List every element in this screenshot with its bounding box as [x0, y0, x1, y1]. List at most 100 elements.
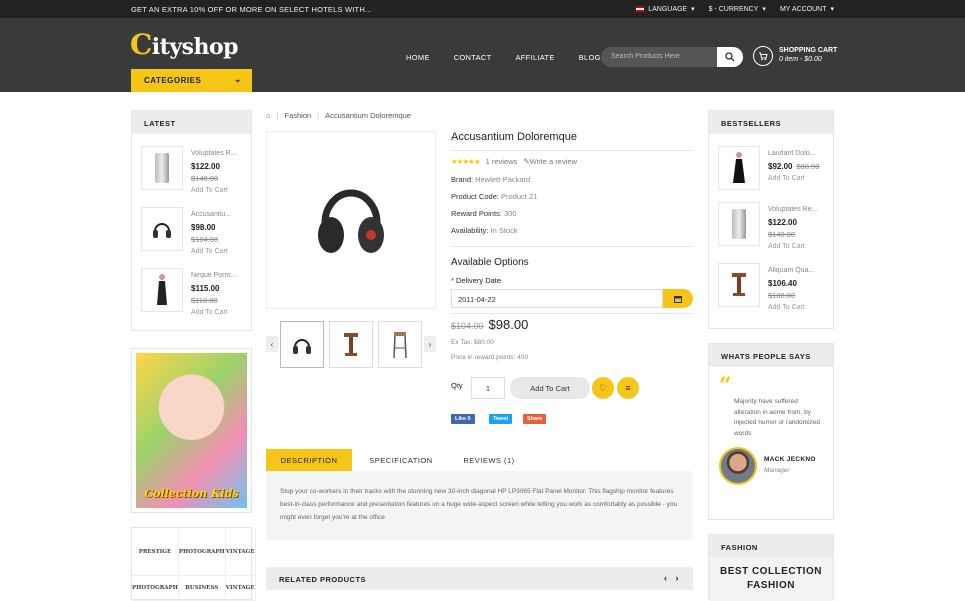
tweet-button[interactable]: Tweet — [489, 414, 513, 424]
delivery-date-input[interactable]: 2011-04-22 — [451, 289, 663, 308]
chevron-down-icon: ▾ — [762, 6, 766, 13]
home-icon[interactable]: ⌂ — [266, 111, 271, 120]
quote-icon: “ — [719, 373, 732, 399]
currency-dropdown[interactable]: $ - CURRENCY ▾ — [709, 5, 766, 14]
search-input[interactable]: Search Products Here — [601, 47, 743, 67]
thumbnail-barstool[interactable] — [378, 321, 422, 368]
chevron-down-icon: ⌄ — [233, 74, 242, 84]
star-rating-icon: ★★★★★ — [451, 157, 481, 166]
cart-summary: 0 item - $0.00 — [779, 56, 822, 63]
search-button[interactable] — [717, 47, 743, 67]
breadcrumb: ⌂ | Fashion | Accusantium Doloremque — [266, 111, 411, 120]
compare-button[interactable]: ≡ — [617, 377, 639, 399]
brand-logo[interactable]: VINTAGE — [225, 576, 256, 601]
chevron-left-icon[interactable]: ‹ — [664, 573, 668, 583]
latest-title: LATEST — [132, 111, 251, 134]
write-review-link[interactable]: ✎Write a review — [523, 157, 577, 166]
add-to-cart-link[interactable]: Add To Cart — [191, 187, 237, 194]
fashion-box[interactable]: FASHION BEST COLLECTION FASHION — [708, 534, 834, 601]
search-icon — [725, 52, 735, 62]
avatar — [719, 447, 757, 485]
compare-icon: ≡ — [625, 383, 631, 393]
testimonial-role: Manager — [764, 467, 790, 474]
delivery-label: * Delivery Date — [451, 276, 502, 285]
breadcrumb-item[interactable]: Fashion — [284, 111, 311, 120]
brand-row: Brand: Hewlett-Packard — [451, 175, 531, 184]
fashion-title: FASHION — [721, 543, 758, 552]
brand-logo[interactable]: PHOTOGRAPH — [132, 576, 179, 601]
testimonial-name: MACK JECKNO — [764, 456, 816, 463]
tab-description[interactable]: DESCRIPTION — [266, 449, 352, 471]
add-to-cart-link[interactable]: Add To Cart — [191, 309, 237, 316]
main-product-image[interactable] — [266, 131, 436, 309]
tab-specification[interactable]: SPECIFICATION — [358, 449, 444, 471]
cart-icon — [753, 46, 773, 66]
qty-label: Qty — [451, 381, 463, 390]
list-item[interactable]: Laudant Dolo... $92.00 $98.00 Add To Cart — [718, 146, 819, 190]
brand-logo[interactable]: VINTAGE — [225, 528, 256, 576]
thumbnail-carousel: ‹ › — [266, 321, 436, 368]
nav-affiliate[interactable]: AFFILIATE — [516, 53, 555, 62]
description-text: Stop your co-workers in their tracks wit… — [266, 471, 693, 540]
brand-logo[interactable]: BUSINESS — [178, 576, 226, 601]
breadcrumb-item[interactable]: Accusantium Doloremque — [325, 111, 411, 120]
brand-link[interactable]: Hewlett-Packard — [475, 175, 530, 184]
bestsellers-title: BESTSELLERS — [709, 111, 833, 134]
add-to-cart-link[interactable]: Add To Cart — [768, 243, 817, 250]
headphone-image — [141, 207, 183, 251]
add-to-cart-link[interactable]: Add To Cart — [191, 248, 231, 255]
categories-button[interactable]: CATEGORIES ⌄ — [131, 69, 252, 92]
brand-logo[interactable]: PRESTIGE — [132, 528, 179, 576]
heart-icon: ♡ — [598, 382, 608, 393]
brand-logos: PRESTIGE PHOTOGRAPH VINTAGE PHOTOGRAPH B… — [131, 527, 256, 601]
headphone-image — [318, 189, 384, 253]
facebook-like-button[interactable]: Like 0 — [451, 414, 475, 424]
rating: ★★★★★ 1 reviews ✎Write a review — [451, 157, 577, 166]
list-item[interactable]: Aliquam Qua... $106.40 $108.80 Add To Cart — [718, 263, 814, 311]
add-to-cart-link[interactable]: Add To Cart — [768, 304, 814, 311]
dress-image — [141, 268, 183, 312]
language-dropdown[interactable]: LANGUAGE ▾ — [636, 5, 695, 13]
tab-reviews[interactable]: REVIEWS (1) — [446, 449, 532, 471]
brand-logo[interactable]: PHOTOGRAPH — [178, 528, 226, 576]
chevron-right-icon[interactable]: › — [676, 573, 680, 583]
logo[interactable]: Cityshop — [130, 28, 239, 61]
quantity-input[interactable]: 1 — [471, 377, 505, 399]
list-item[interactable]: Accusantiu... $98.00 $104.00 Add To Cart — [141, 207, 231, 255]
chevron-left-icon[interactable]: ‹ — [266, 336, 278, 352]
options-title: Available Options — [451, 257, 529, 268]
reviews-link[interactable]: 1 reviews — [486, 157, 518, 166]
main-nav: HOME CONTACT AFFILIATE BLOGS — [406, 53, 606, 62]
reward-price: Price in reward points: 400 — [451, 354, 528, 361]
availability-row: Availability: In Stock — [451, 226, 518, 235]
add-to-cart-link[interactable]: Add To Cart — [768, 175, 819, 182]
stool-image — [718, 263, 760, 307]
thumbnail-stool[interactable] — [329, 321, 373, 368]
flag-icon — [636, 6, 645, 12]
shopping-cart[interactable]: SHOPPING CART 0 item - $0.00 — [753, 46, 837, 66]
thumbnail-headphone[interactable] — [280, 321, 324, 368]
list-item[interactable]: Neque Porro... $115.00 $118.00 Add To Cart — [141, 268, 237, 316]
fridge-image — [718, 202, 760, 246]
chevron-right-icon[interactable]: › — [424, 336, 436, 352]
points-row: Reward Points: 300 — [451, 209, 517, 218]
list-item[interactable]: Voluptates Re... $122.00 $140.00 Add To Car… — [718, 202, 817, 250]
wishlist-button[interactable]: ♡ — [592, 377, 614, 399]
account-dropdown[interactable]: MY ACCOUNT ▾ — [780, 5, 834, 14]
price-block: $104.00 $98.00 — [451, 317, 529, 332]
fridge-image — [141, 146, 183, 190]
testimonial-text: Majority have suffered alteration in aom… — [734, 398, 820, 437]
add-to-cart-button[interactable]: Add To Cart — [510, 377, 590, 399]
chevron-down-icon: ▾ — [830, 6, 834, 13]
calendar-icon — [674, 295, 682, 303]
kids-banner[interactable]: Collection Kids — [131, 348, 252, 513]
top-bar: GET AN EXTRA 10% OFF OR MORE ON SELECT H… — [0, 0, 965, 18]
promo-text: GET AN EXTRA 10% OFF OR MORE ON SELECT H… — [131, 5, 372, 14]
nav-contact[interactable]: CONTACT — [454, 53, 492, 62]
calendar-button[interactable] — [663, 289, 693, 308]
list-item[interactable]: Voluptates R... $122.00 $140.00 Add To Cart — [141, 146, 237, 194]
dress-image — [718, 146, 760, 190]
share-button[interactable]: Share — [523, 414, 547, 424]
code-row: Product Code: Product 21 — [451, 192, 538, 201]
nav-home[interactable]: HOME — [406, 53, 430, 62]
